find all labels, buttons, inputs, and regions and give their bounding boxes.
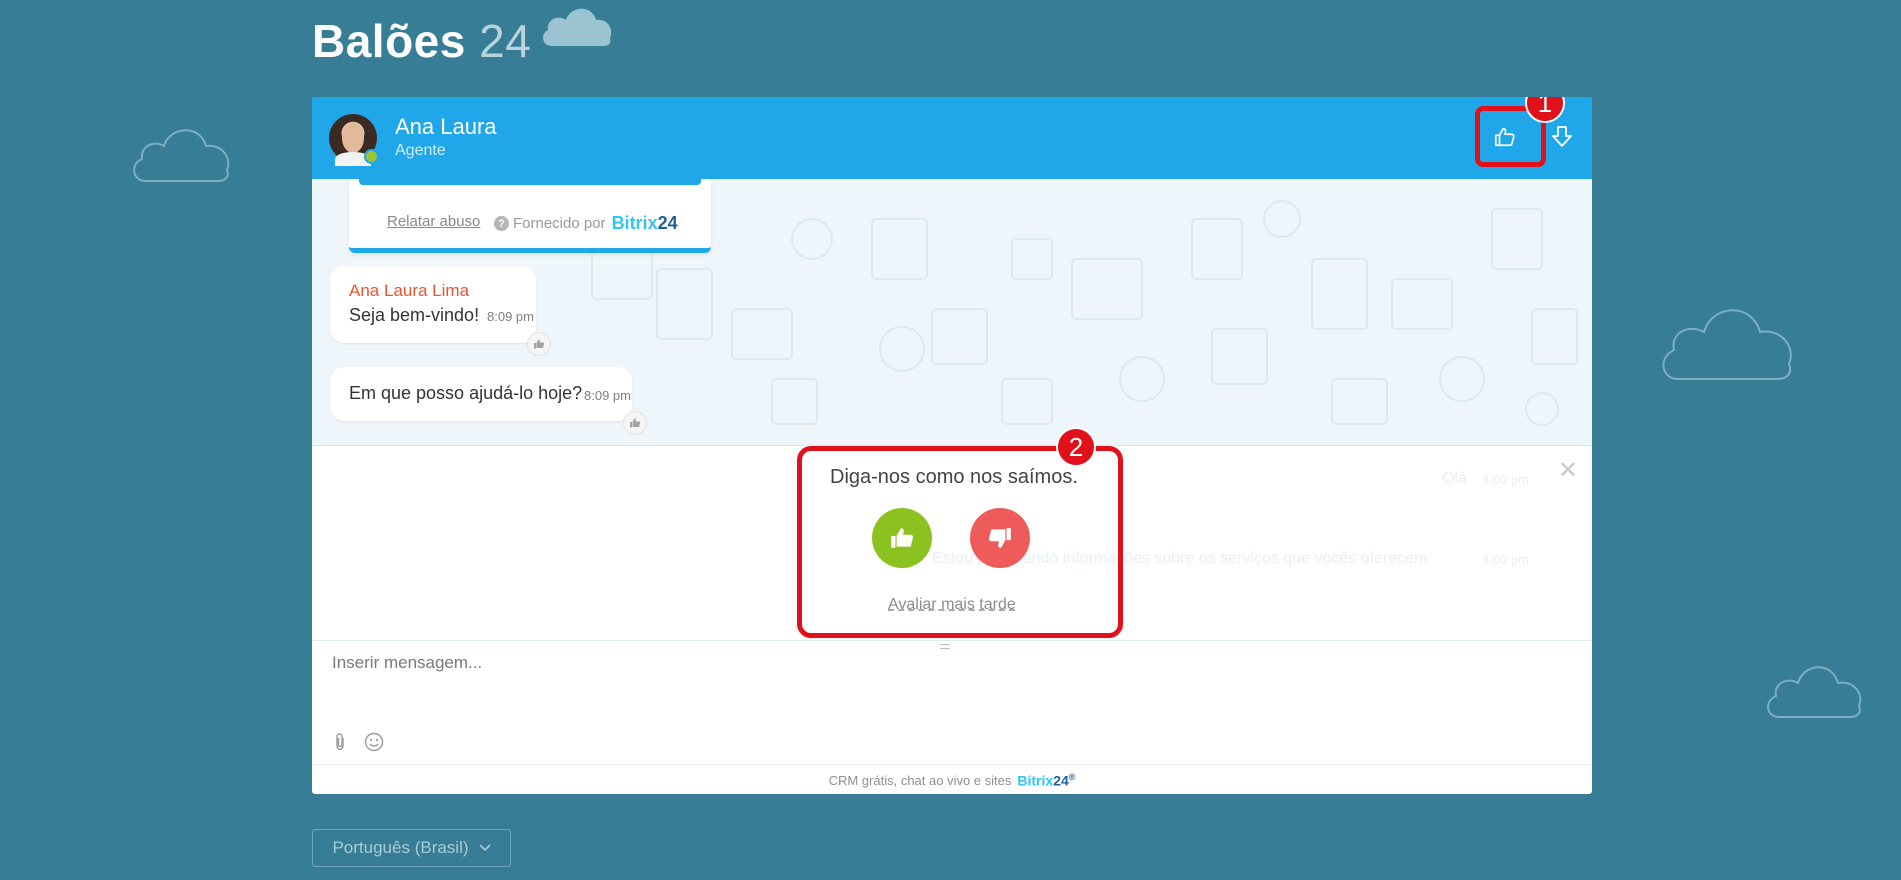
like-message-button[interactable] xyxy=(623,411,647,435)
agent-name: Ana Laura xyxy=(395,114,497,139)
annotation-badge-2: 2 xyxy=(1056,427,1096,467)
download-icon xyxy=(1552,126,1572,147)
message-sender: Ana Laura Lima xyxy=(349,281,470,300)
chat-widget: Ana Laura Agente 1 Relatar abuso ? Forne… xyxy=(312,97,1592,794)
page-title-text: Balões xyxy=(312,15,466,67)
cloud-icon xyxy=(133,129,230,182)
powered-by-footer: CRM grátis, chat ao vivo e sites Bitrix2… xyxy=(312,764,1592,794)
like-message-button[interactable] xyxy=(527,332,551,356)
brand-24: 24 xyxy=(657,213,678,233)
resize-handle[interactable] xyxy=(940,644,950,649)
brand-bitrix: Bitrix xyxy=(1017,772,1054,789)
chat-header: Ana Laura Agente xyxy=(312,97,1592,179)
message-text: Em que posso ajudá-lo hoje? xyxy=(349,383,583,403)
bitrix24-logo[interactable]: Bitrix24 xyxy=(612,213,678,234)
close-icon[interactable]: ✕ xyxy=(1558,456,1578,485)
provided-by-text: Fornecido por xyxy=(513,215,606,232)
paperclip-icon xyxy=(336,733,344,751)
thumbs-up-icon xyxy=(630,418,641,428)
rating-panel: Olá 4:00 pm Estou procurando informações… xyxy=(312,445,1592,641)
provided-by: ? Fornecido por Bitrix24 xyxy=(494,213,678,234)
agent-role: Agente xyxy=(395,142,446,159)
attach-file-button[interactable] xyxy=(327,729,353,755)
message-bubble: Em que posso ajudá-lo hoje? 8:09 pm xyxy=(330,367,647,435)
brand-bitrix: Bitrix xyxy=(611,213,658,233)
cloud-icon xyxy=(1662,309,1792,380)
ghost-message-time: 4:00 pm xyxy=(1482,552,1529,567)
emoji-button[interactable] xyxy=(361,729,387,755)
cloud-icon xyxy=(1767,666,1862,718)
bitrix24-logo[interactable]: Bitrix24® xyxy=(1017,772,1075,789)
report-abuse-link[interactable]: Relatar abuso xyxy=(387,213,480,230)
page-title: Balões 24 xyxy=(312,14,531,68)
message-time: 8:09 pm xyxy=(487,309,534,324)
thumbs-up-icon xyxy=(534,339,545,349)
message-composer xyxy=(312,640,1592,765)
form-footer-card: Relatar abuso ? Fornecido por Bitrix24 xyxy=(349,179,711,253)
powered-by-text: CRM grátis, chat ao vivo e sites xyxy=(828,772,1012,788)
message-list: Relatar abuso ? Fornecido por Bitrix24 A… xyxy=(312,179,1592,445)
download-history-button[interactable] xyxy=(1544,119,1580,155)
question-icon: ? xyxy=(494,216,509,231)
cloud-icon xyxy=(543,8,612,47)
brand-24: 24 xyxy=(1053,772,1069,789)
ghost-message-time: 4:00 pm xyxy=(1482,472,1529,487)
message-text: Seja bem-vindo! xyxy=(349,305,480,325)
online-status-dot xyxy=(364,149,379,164)
smiley-icon xyxy=(364,732,384,752)
annotation-box-2 xyxy=(797,446,1123,638)
chevron-down-icon xyxy=(478,844,491,852)
message-bubble: Ana Laura Lima Seja bem-vindo! 8:09 pm xyxy=(330,266,551,356)
language-selector[interactable]: Português (Brasil) xyxy=(312,829,511,867)
language-selected: Português (Brasil) xyxy=(332,838,469,857)
message-input[interactable] xyxy=(330,651,1574,715)
ghost-message-hello: Olá xyxy=(1442,470,1467,487)
page-title-number: 24 xyxy=(479,15,532,67)
message-time: 8:09 pm xyxy=(584,388,631,403)
